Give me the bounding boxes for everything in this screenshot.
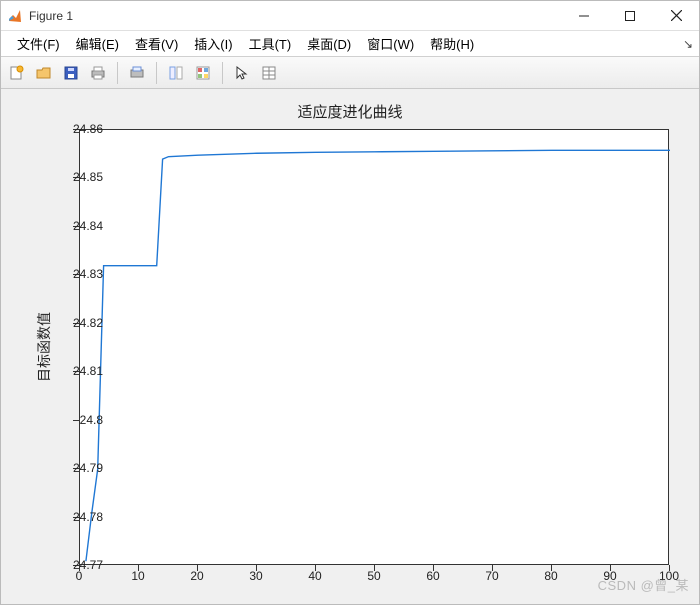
toolbar — [1, 57, 699, 89]
figure-area: 适应度进化曲线 目标函数值 24.7724.7824.7924.824.8124… — [1, 89, 699, 604]
x-tick-label: 90 — [603, 569, 616, 583]
toolbar-separator — [156, 62, 157, 84]
series-line — [86, 150, 670, 561]
toolbar-separator — [222, 62, 223, 84]
chart-title: 适应度进化曲线 — [1, 101, 699, 122]
link-axes-icon[interactable] — [164, 61, 188, 85]
menu-edit[interactable]: 编辑(E) — [68, 31, 127, 56]
menu-insert[interactable]: 插入(I) — [186, 31, 240, 56]
x-tick-label: 70 — [485, 569, 498, 583]
menu-tools[interactable]: 工具(T) — [241, 31, 300, 56]
pointer-icon[interactable] — [230, 61, 254, 85]
line-plot — [80, 130, 670, 566]
print-preview-icon[interactable] — [125, 61, 149, 85]
axes[interactable] — [79, 129, 669, 565]
y-tick-label: 24.78 — [49, 510, 103, 524]
y-tick-label: 24.82 — [49, 316, 103, 330]
x-tick-label: 20 — [190, 569, 203, 583]
y-tick-label: 24.8 — [49, 413, 103, 427]
menu-desktop[interactable]: 桌面(D) — [299, 31, 359, 56]
y-tick-label: 24.83 — [49, 267, 103, 281]
menu-window[interactable]: 窗口(W) — [359, 31, 422, 56]
window-title: Figure 1 — [29, 9, 561, 23]
close-button[interactable] — [653, 1, 699, 31]
axes-container: 适应度进化曲线 目标函数值 24.7724.7824.7924.824.8124… — [1, 89, 699, 604]
y-tick-label: 24.84 — [49, 219, 103, 233]
x-tick-label: 100 — [659, 569, 679, 583]
x-tick-label: 0 — [76, 569, 83, 583]
y-tick-label: 24.79 — [49, 461, 103, 475]
y-tick-label: 24.86 — [49, 122, 103, 136]
x-tick-label: 50 — [367, 569, 380, 583]
save-icon[interactable] — [59, 61, 83, 85]
menu-help[interactable]: 帮助(H) — [422, 31, 482, 56]
x-tick-label: 80 — [544, 569, 557, 583]
print-icon[interactable] — [86, 61, 110, 85]
open-icon[interactable] — [32, 61, 56, 85]
matlab-icon — [7, 8, 23, 24]
titlebar: Figure 1 — [1, 1, 699, 31]
toolbar-separator — [117, 62, 118, 84]
x-tick-label: 10 — [131, 569, 144, 583]
y-tick-label: 24.81 — [49, 364, 103, 378]
minimize-button[interactable] — [561, 1, 607, 31]
menu-overflow-arrow[interactable]: ↘ — [683, 37, 693, 51]
new-figure-icon[interactable] — [5, 61, 29, 85]
colorbar-icon[interactable] — [191, 61, 215, 85]
menu-file[interactable]: 文件(F) — [9, 31, 68, 56]
inspector-icon[interactable] — [257, 61, 281, 85]
maximize-button[interactable] — [607, 1, 653, 31]
x-tick-label: 60 — [426, 569, 439, 583]
x-tick-label: 30 — [249, 569, 262, 583]
y-tick-label: 24.85 — [49, 170, 103, 184]
menu-view[interactable]: 查看(V) — [127, 31, 186, 56]
x-tick-label: 40 — [308, 569, 321, 583]
menubar: 文件(F) 编辑(E) 查看(V) 插入(I) 工具(T) 桌面(D) 窗口(W… — [1, 31, 699, 57]
